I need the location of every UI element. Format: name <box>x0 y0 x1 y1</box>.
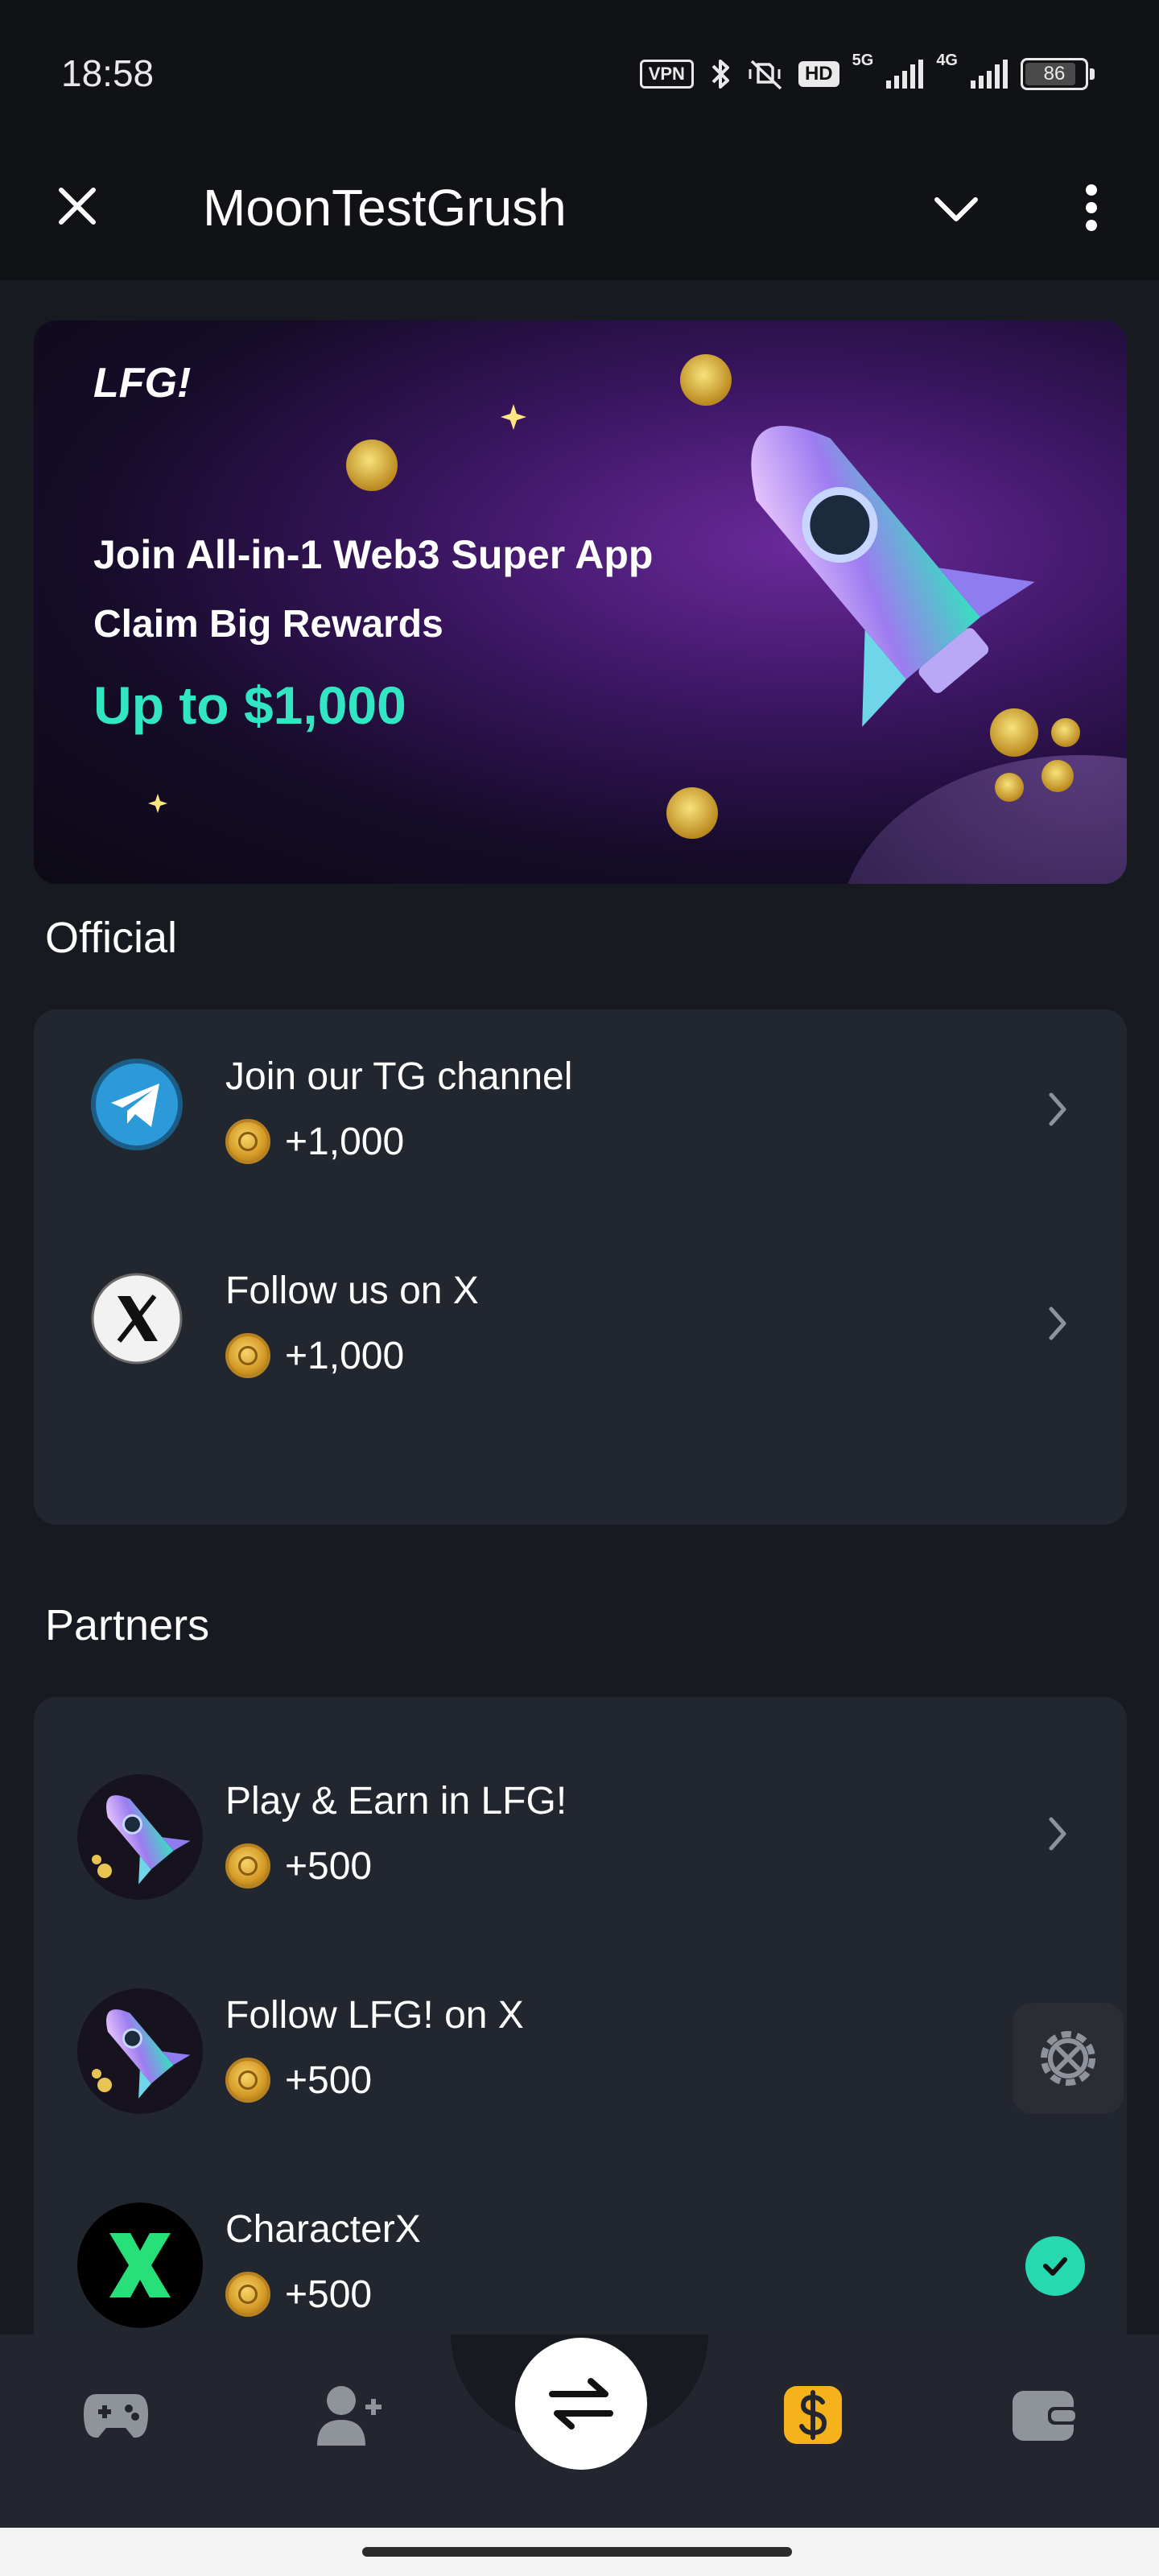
signal-4g-icon <box>971 60 1008 89</box>
more-options-button[interactable] <box>1062 174 1120 242</box>
status-time: 18:58 <box>61 52 155 94</box>
coin-icon <box>225 1843 270 1889</box>
page-title: MoonTestGrush <box>203 179 567 237</box>
add-friend-icon <box>317 2386 382 2446</box>
task-reward-value: +500 <box>285 1844 373 1888</box>
chevron-right-icon <box>1049 1817 1066 1851</box>
task-reward-value: +1,000 <box>285 1120 405 1163</box>
gear-tools-icon <box>1041 2031 1095 2086</box>
task-reward-value: +500 <box>285 2058 373 2102</box>
net-4g-label: 4G <box>936 52 958 69</box>
chevron-right-icon <box>1049 1092 1066 1126</box>
net-5g-label: 5G <box>852 52 874 69</box>
banner-brand: LFG! <box>93 360 192 407</box>
vpn-icon: VPN <box>639 60 694 89</box>
task-reward: +1,000 <box>225 1119 404 1164</box>
coin-icon <box>225 1333 270 1378</box>
characterx-logo-icon <box>77 2202 203 2328</box>
section-title-official: Official <box>45 914 178 962</box>
task-reward: +500 <box>225 2272 372 2317</box>
lfg-rocket-icon <box>77 1774 203 1900</box>
battery-icon: 86 <box>1021 58 1095 90</box>
task-row-play-earn[interactable]: Play & Earn in LFG! +500 <box>34 1774 1127 1935</box>
mute-vibrate-icon <box>749 60 782 90</box>
task-reward: +500 <box>225 2058 372 2103</box>
promo-banner[interactable]: LFG! Join All-in-1 Web3 Super App Claim … <box>34 320 1127 884</box>
chevron-right-icon <box>1049 1307 1066 1340</box>
task-reward-value: +1,000 <box>285 1334 405 1377</box>
banner-headline: Join All-in-1 Web3 Super App <box>93 532 654 577</box>
section-title-partners: Partners <box>45 1601 210 1649</box>
banner-reward: Up to $1,000 <box>93 675 406 735</box>
battery-level: 86 <box>1043 63 1066 85</box>
banner-subheadline: Claim Big Rewards <box>93 603 443 646</box>
task-row-tg-channel[interactable]: Join our TG channel +1,000 <box>34 1042 1127 1203</box>
task-label: Join our TG channel <box>225 1055 573 1098</box>
task-label: Follow LFG! on X <box>225 1994 524 2037</box>
close-icon <box>59 188 96 225</box>
x-logo-icon <box>91 1273 183 1364</box>
telegram-icon <box>91 1059 183 1150</box>
task-row-follow-x[interactable]: Follow us on X +1,000 <box>34 1256 1127 1417</box>
task-row-follow-lfg-x[interactable]: Follow LFG! on X +500 <box>34 1988 1127 2149</box>
coin-icon <box>225 2272 270 2317</box>
more-vertical-icon <box>1086 184 1097 231</box>
task-reward: +1,000 <box>225 1333 404 1378</box>
collapse-button[interactable] <box>924 177 988 242</box>
wallet-icon <box>1013 2391 1079 2441</box>
chevron-down-icon <box>934 197 978 221</box>
signal-5g-icon <box>886 60 924 89</box>
partners-card: Play & Earn in LFG! +500 Follow LFG! on … <box>34 1697 1127 2373</box>
earn-dollar-icon <box>784 2386 842 2444</box>
coin-icon <box>225 1119 270 1164</box>
nav-games[interactable] <box>68 2367 164 2463</box>
task-label: CharacterX <box>225 2208 421 2251</box>
app-header: MoonTestGrush <box>0 145 1159 280</box>
hd-icon: HD <box>798 61 839 87</box>
status-icons: VPN HD 5G 4G 86 <box>639 52 1095 93</box>
lfg-rocket-icon <box>77 1988 203 2114</box>
official-card: Join our TG channel +1,000 Follow us on … <box>34 1009 1127 1525</box>
swap-icon <box>549 2378 613 2429</box>
floating-tools-button[interactable] <box>1013 2003 1124 2114</box>
gamepad-icon <box>84 2394 148 2438</box>
nav-swap-button[interactable] <box>515 2338 647 2470</box>
completed-check-icon <box>1025 2236 1085 2296</box>
coin-icon <box>225 2058 270 2103</box>
nav-invite-friends[interactable] <box>299 2367 396 2463</box>
task-reward: +500 <box>225 1843 372 1889</box>
home-indicator[interactable] <box>362 2547 792 2557</box>
status-bar: 18:58 VPN HD 5G 4G 86 <box>0 0 1159 145</box>
task-reward-value: +500 <box>285 2273 373 2316</box>
bluetooth-icon <box>711 60 729 89</box>
task-label: Play & Earn in LFG! <box>225 1780 567 1823</box>
close-button[interactable] <box>48 177 106 235</box>
nav-wallet[interactable] <box>996 2367 1093 2463</box>
nav-earn[interactable] <box>765 2367 861 2463</box>
task-label: Follow us on X <box>225 1269 479 1312</box>
